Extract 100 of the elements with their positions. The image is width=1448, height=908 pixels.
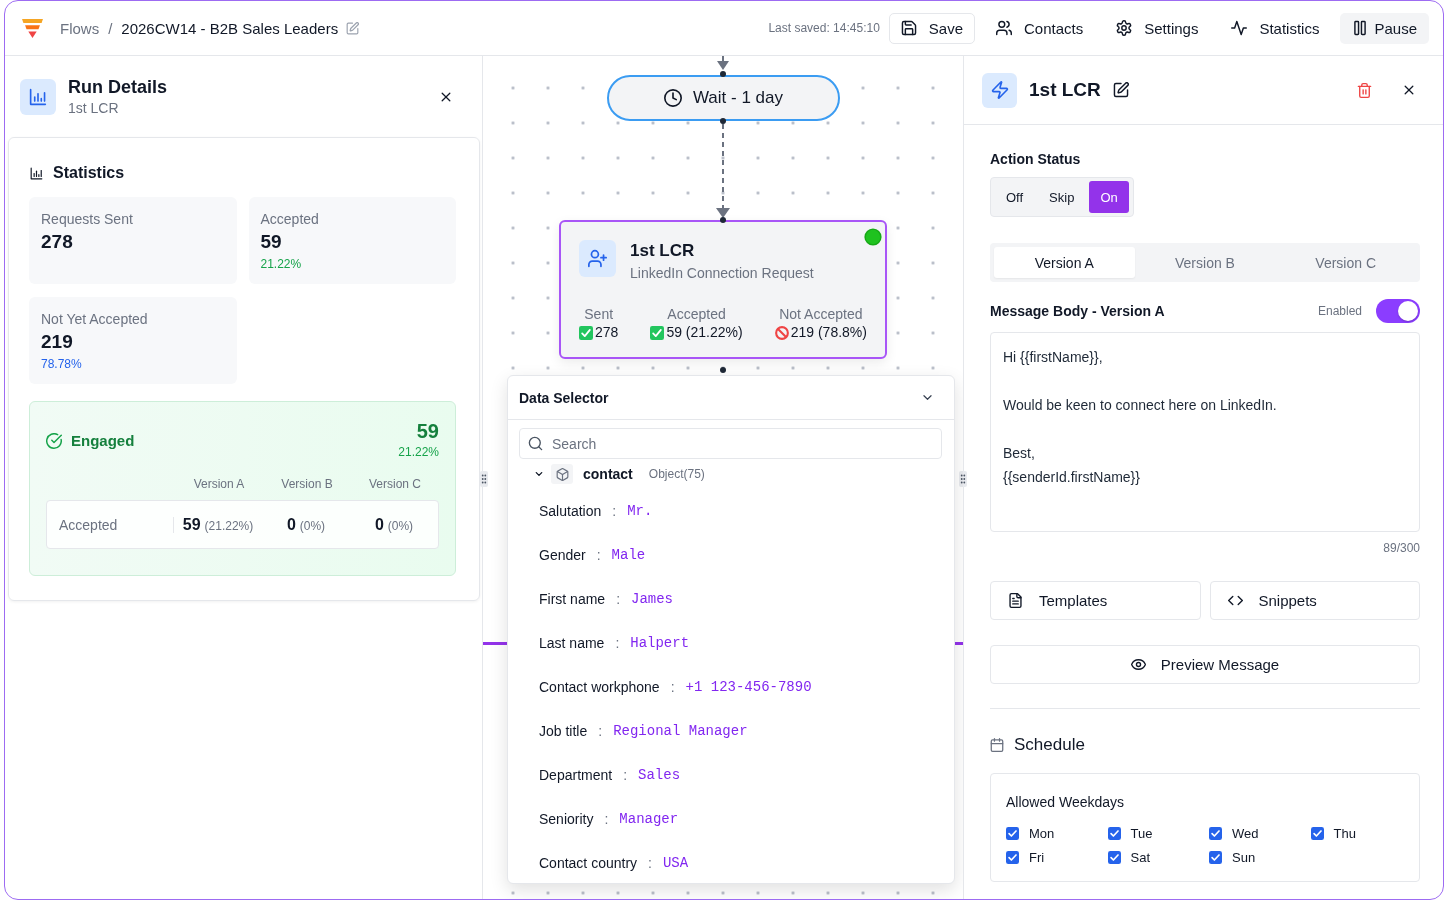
colon-separator: : bbox=[670, 679, 675, 695]
section-heading: Statistics bbox=[53, 164, 125, 182]
pause-button[interactable]: Pause bbox=[1340, 12, 1429, 44]
flow-title: 2026CW14 - B2B Sales Leaders bbox=[121, 19, 339, 37]
wait-node[interactable]: Wait - 1 day bbox=[607, 75, 840, 121]
settings-button[interactable]: Settings bbox=[1104, 12, 1211, 44]
table-cell: 59 (21.22%) bbox=[182, 515, 254, 534]
message-field[interactable]: Hi {{firstName}}, Would be keen to connect here on LinkedIn. Best, {{senderId.firstName}} bbox=[990, 332, 1420, 532]
last-saved-text: Last saved: 14:45:10 bbox=[768, 21, 880, 35]
templates-button[interactable]: Templates bbox=[990, 581, 1201, 620]
field-label: Job title bbox=[539, 723, 588, 739]
statistics-button[interactable]: Statistics bbox=[1219, 12, 1332, 44]
panel-title: Data Selector bbox=[519, 389, 609, 406]
checkbox-label: Thu bbox=[1333, 825, 1356, 841]
field-label: Contact country bbox=[539, 855, 638, 871]
toggle-label: Enabled bbox=[1317, 304, 1362, 318]
trash-icon[interactable] bbox=[1357, 82, 1372, 98]
checkbox[interactable] bbox=[1209, 826, 1222, 840]
breadcrumb-link[interactable]: Flows bbox=[60, 19, 100, 37]
column-header: Version B bbox=[281, 476, 333, 492]
checkbox[interactable] bbox=[1006, 850, 1019, 864]
stat-value: 59 bbox=[260, 230, 282, 254]
search-field[interactable]: Search bbox=[519, 428, 942, 459]
stat-value: 278 bbox=[595, 323, 619, 342]
checkbox[interactable] bbox=[1310, 826, 1324, 840]
field-value[interactable]: Mr. bbox=[627, 503, 653, 519]
checkbox[interactable] bbox=[1107, 826, 1121, 840]
colon-separator: : bbox=[648, 855, 652, 871]
lightning-icon bbox=[982, 72, 1017, 108]
funnel-logo-icon bbox=[22, 18, 43, 38]
field-value[interactable]: Sales bbox=[638, 767, 681, 783]
checkbox-label: Sat bbox=[1130, 849, 1150, 865]
cube-icon bbox=[551, 464, 573, 484]
prohibited-icon bbox=[774, 325, 789, 340]
section-label: Message Body - Version A bbox=[990, 302, 1165, 321]
version-tab[interactable]: Version C bbox=[1275, 247, 1416, 278]
field-value[interactable]: Regional Manager bbox=[613, 723, 748, 739]
field-label: Last name bbox=[539, 635, 605, 651]
action-node[interactable]: 1st LCR LinkedIn Connection Request Sent 278 Accepted 59 (21.22%) Not Accepted 219 (78.8%) bbox=[559, 220, 887, 359]
toggle-switch[interactable] bbox=[1376, 299, 1420, 323]
colon-separator: : bbox=[623, 767, 628, 783]
colon-separator: : bbox=[598, 723, 603, 739]
colon-separator: : bbox=[604, 811, 609, 827]
version-tab[interactable]: Version B bbox=[1134, 247, 1276, 278]
save-button[interactable]: Save bbox=[888, 12, 976, 44]
eye-icon bbox=[1130, 657, 1146, 672]
section-heading: Schedule bbox=[1014, 735, 1085, 755]
snippets-button[interactable]: Snippets bbox=[1209, 581, 1420, 620]
contacts-button[interactable]: Contacts bbox=[984, 12, 1096, 44]
stat-value: 278 bbox=[41, 230, 73, 254]
engaged-label: Engaged bbox=[71, 432, 135, 449]
field-label: Department bbox=[539, 767, 613, 783]
breadcrumb-separator: / bbox=[108, 19, 113, 37]
stat-label: Requests Sent bbox=[41, 210, 133, 229]
edit-icon[interactable] bbox=[1112, 82, 1129, 98]
field-value[interactable]: USA bbox=[662, 855, 689, 871]
field-value[interactable]: Manager bbox=[619, 811, 679, 827]
field-label: Gender bbox=[539, 547, 586, 563]
segment-option[interactable]: Off bbox=[995, 181, 1035, 213]
colon-separator: : bbox=[616, 591, 620, 607]
connection-handle[interactable] bbox=[720, 367, 726, 373]
pause-icon bbox=[1352, 20, 1369, 36]
drag-handle-icon[interactable] bbox=[959, 471, 967, 487]
table-cell: 0 (0%) bbox=[286, 515, 326, 534]
stat-value: 59 (21.22%) bbox=[666, 323, 743, 342]
checkbox[interactable] bbox=[1107, 850, 1121, 864]
drag-handle-icon[interactable] bbox=[480, 471, 488, 487]
panel-subtitle: 1st LCR bbox=[68, 98, 119, 118]
stat-percent: 21.22% bbox=[260, 256, 302, 273]
calendar-icon bbox=[990, 738, 1004, 752]
segment-option[interactable]: Skip bbox=[1038, 181, 1086, 213]
stat-value: 219 bbox=[41, 330, 73, 354]
object-name[interactable]: contact bbox=[583, 466, 633, 482]
panel-title: 1st LCR bbox=[1029, 79, 1101, 101]
close-icon[interactable] bbox=[1402, 83, 1416, 97]
check-mark-icon bbox=[579, 325, 593, 340]
people-icon bbox=[996, 20, 1013, 36]
check-circle-icon bbox=[46, 432, 62, 449]
connection-handle[interactable] bbox=[720, 118, 726, 124]
stat-label: Accepted bbox=[667, 305, 726, 323]
preview-button[interactable]: Preview Message bbox=[990, 645, 1420, 684]
checkbox[interactable] bbox=[1209, 850, 1222, 864]
connection-handle[interactable] bbox=[720, 71, 726, 77]
colon-separator: : bbox=[596, 547, 601, 563]
field-value[interactable]: Male bbox=[611, 547, 646, 563]
engaged-percent: 21.22% bbox=[398, 444, 439, 461]
chevron-down-icon[interactable] bbox=[534, 469, 544, 479]
document-icon bbox=[1008, 593, 1023, 608]
connection-handle[interactable] bbox=[720, 217, 726, 223]
bar-chart-icon bbox=[30, 166, 43, 180]
stat-value: 219 (78.8%) bbox=[790, 323, 867, 342]
field-value[interactable]: James bbox=[631, 591, 674, 607]
colon-separator: : bbox=[615, 635, 620, 651]
segment-option[interactable]: On bbox=[1089, 181, 1129, 213]
stat-percent: 78.78% bbox=[41, 356, 82, 373]
checkbox[interactable] bbox=[1006, 826, 1019, 840]
field-label: Contact workphone bbox=[539, 679, 660, 695]
version-tab[interactable]: Version A bbox=[994, 247, 1135, 278]
field-value[interactable]: Halpert bbox=[630, 635, 690, 651]
field-value[interactable]: +1 123-456-7890 bbox=[685, 679, 812, 695]
